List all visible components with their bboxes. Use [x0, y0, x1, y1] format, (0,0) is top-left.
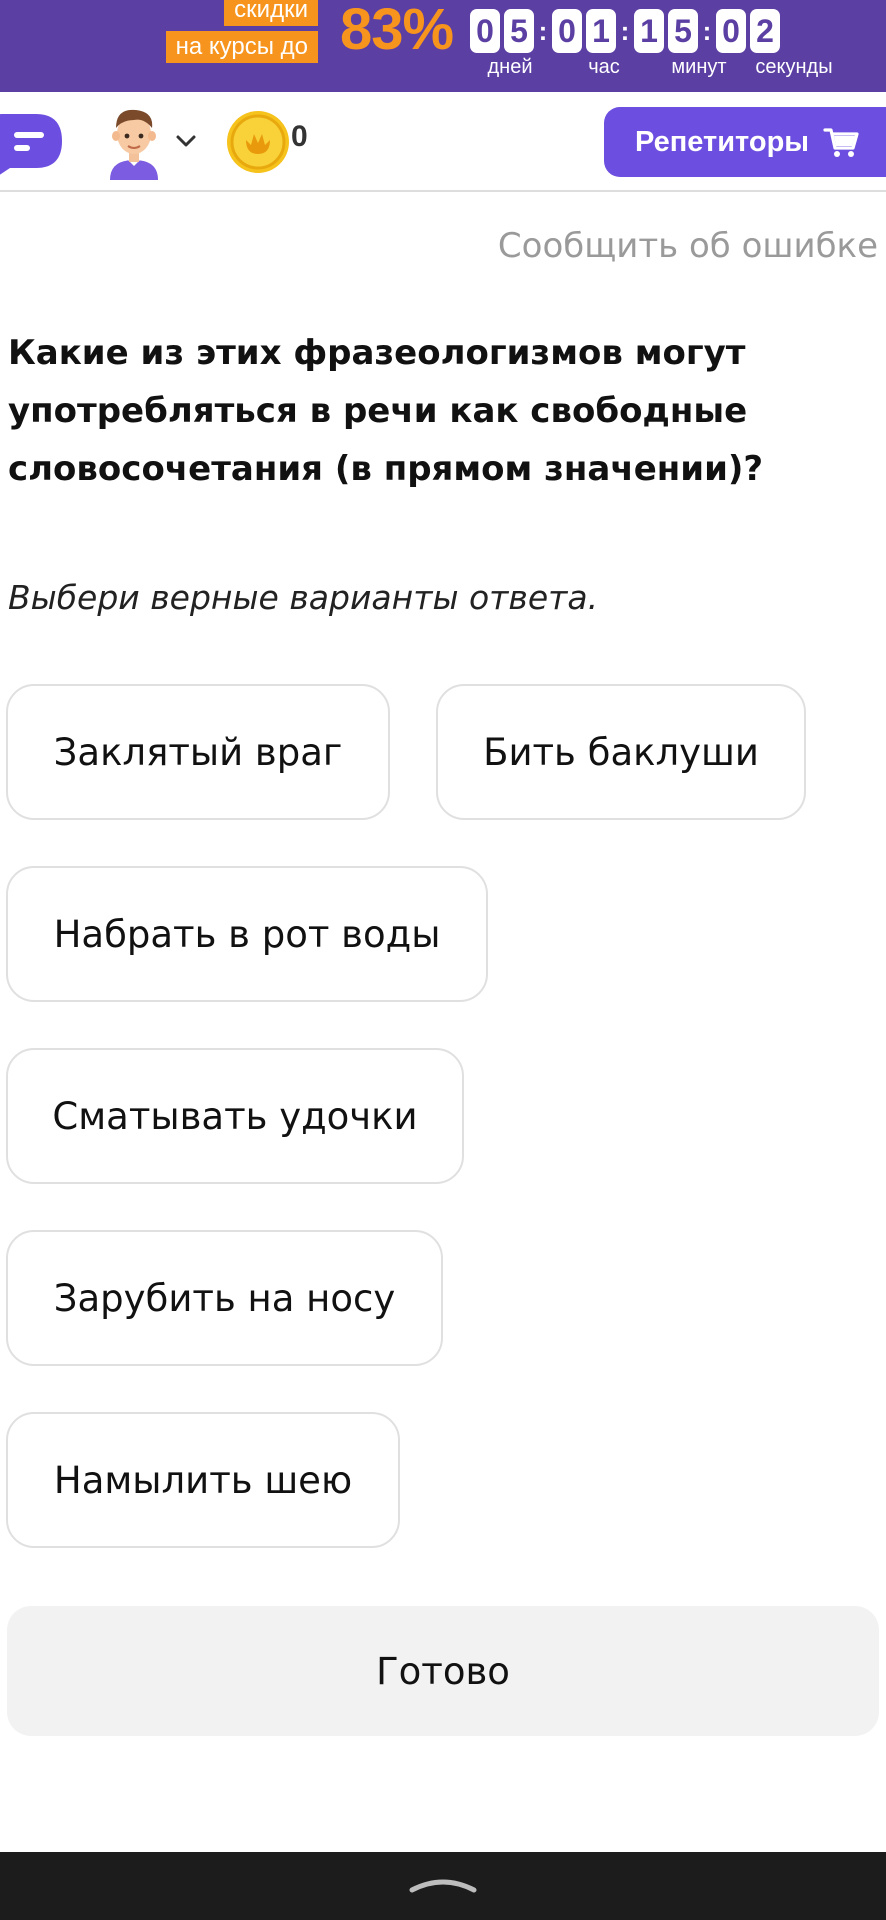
timer-digit: 2	[750, 9, 780, 53]
chat-bubble-icon	[0, 114, 62, 175]
report-error-link[interactable]: Сообщить об ошибке	[498, 226, 878, 266]
answer-option[interactable]: Набрать в рот воды	[6, 866, 488, 1002]
timer-digit: 0	[716, 9, 746, 53]
coin-balance[interactable]	[226, 110, 290, 174]
timer-digit: 5	[504, 9, 534, 53]
timer-separator: :	[620, 15, 630, 46]
tutors-button[interactable]: Репетиторы	[604, 107, 886, 177]
chevron-down-icon	[176, 135, 196, 147]
answer-option[interactable]: Намылить шею	[6, 1412, 400, 1548]
avatar-dropdown[interactable]	[175, 130, 197, 152]
timer-label-days: дней	[487, 56, 533, 78]
coin-count: 0	[291, 120, 308, 153]
system-nav-bar	[0, 1852, 886, 1920]
answer-option[interactable]: Сматывать удочки	[6, 1048, 464, 1184]
tutors-button-label: Репетиторы	[635, 125, 810, 158]
timer-separator: :	[702, 15, 712, 46]
promo-banner[interactable]: скидки на курсы до 83% 0 5 : 0 1 : 1 5 :…	[0, 0, 886, 92]
chevron-up-icon[interactable]	[408, 1872, 478, 1896]
answer-option[interactable]: Зарубить на носу	[6, 1230, 443, 1366]
user-avatar[interactable]	[104, 104, 164, 180]
timer-digit: 1	[634, 9, 664, 53]
countdown-timer: 0 5 : 0 1 : 1 5 : 0 2	[470, 9, 784, 53]
promo-tag-courses: на курсы до	[165, 31, 318, 63]
avatar-boy-icon	[110, 109, 158, 180]
promo-percent: 83%	[340, 0, 454, 62]
timer-digit: 0	[552, 9, 582, 53]
app-header: 0 Репетиторы	[0, 92, 886, 192]
timer-digit: 1	[586, 9, 616, 53]
answer-option[interactable]: Бить баклуши	[436, 684, 806, 820]
coin-icon	[227, 111, 289, 173]
timer-label-seconds: секунды	[755, 56, 833, 78]
timer-label-minutes: минут	[671, 56, 727, 78]
timer-digit: 0	[470, 9, 500, 53]
instruction-text: Выбери верные варианты ответа.	[8, 578, 599, 617]
timer-label-hours: час	[588, 56, 620, 78]
question-text: Какие из этих фразеологизмов могут употр…	[8, 333, 764, 489]
timer-digit: 5	[668, 9, 698, 53]
done-button[interactable]: Готово	[7, 1606, 879, 1736]
chat-button[interactable]	[0, 114, 62, 176]
timer-separator: :	[538, 15, 548, 46]
cart-icon	[823, 128, 859, 157]
promo-tag-discounts: скидки	[224, 0, 318, 26]
answer-option[interactable]: Заклятый враг	[6, 684, 390, 820]
